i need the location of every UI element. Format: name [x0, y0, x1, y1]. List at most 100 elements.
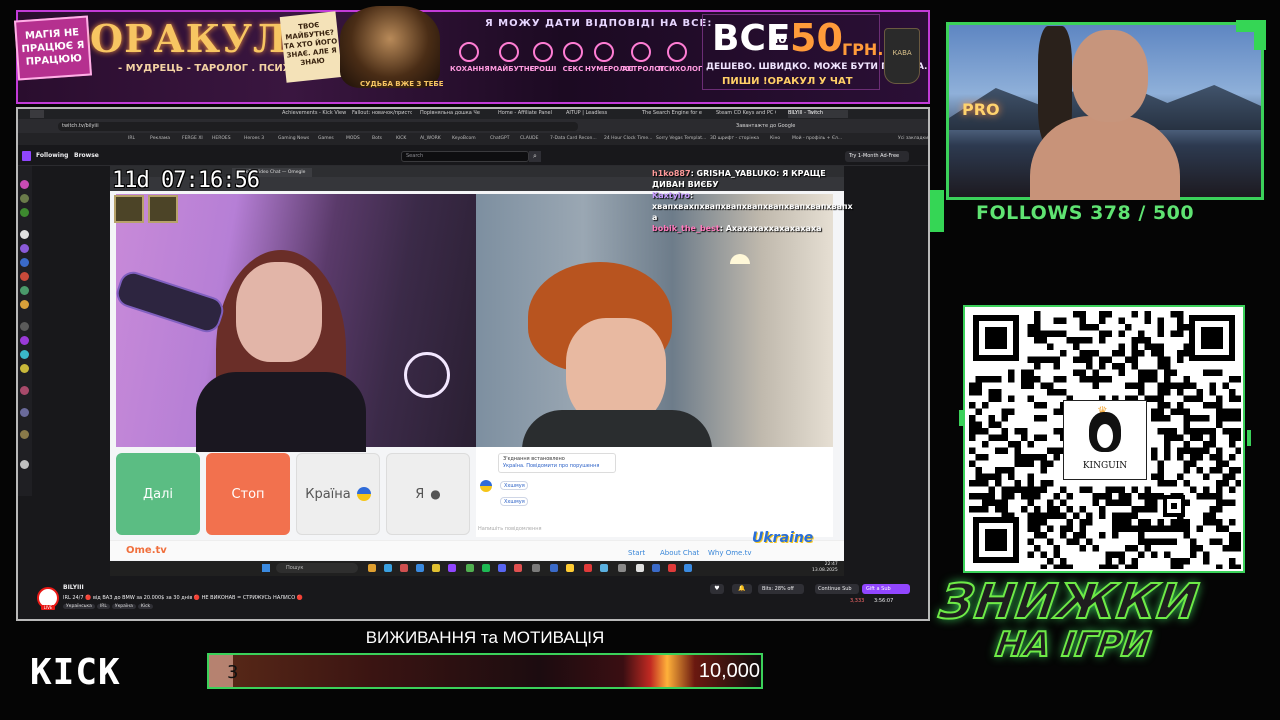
- twitch-search-input[interactable]: Search: [401, 151, 529, 162]
- browser-tab[interactable]: AITUP | Leadless: [566, 110, 626, 118]
- qr-module: [1014, 441, 1021, 448]
- me-button[interactable]: Я ●: [386, 453, 470, 535]
- bookmark[interactable]: Мой - профіль + Єл...: [792, 136, 842, 141]
- continue-sub-button[interactable]: Continue Sub: [815, 584, 859, 594]
- nav-following[interactable]: Following: [36, 152, 68, 159]
- channel-avatar[interactable]: [20, 336, 29, 345]
- steam-icon[interactable]: [550, 564, 558, 572]
- app-icon[interactable]: [600, 564, 608, 572]
- qr-module: [1105, 376, 1112, 383]
- stop-button[interactable]: Стоп: [206, 453, 290, 535]
- channel-avatar[interactable]: [20, 430, 29, 439]
- message-input[interactable]: Напишіть повідомлення: [478, 526, 542, 532]
- channel-avatar[interactable]: [20, 408, 29, 417]
- app-icon[interactable]: [636, 564, 644, 572]
- tag[interactable]: IRL: [96, 604, 110, 609]
- tag[interactable]: Українська: [63, 604, 95, 609]
- channel-avatar[interactable]: [20, 350, 29, 359]
- app-icon[interactable]: [532, 564, 540, 572]
- bookmark[interactable]: KeyoBcom: [452, 136, 476, 141]
- channel-avatar[interactable]: [20, 194, 29, 203]
- bookmark[interactable]: FERGE XI: [182, 136, 203, 141]
- channel-avatar[interactable]: [20, 300, 29, 309]
- bookmark[interactable]: Games: [318, 136, 334, 141]
- channel-avatar[interactable]: [20, 386, 29, 395]
- windows-start-icon[interactable]: [262, 564, 270, 572]
- app-icon[interactable]: [618, 564, 626, 572]
- channel-avatar[interactable]: [20, 272, 29, 281]
- bookmark[interactable]: Реклама: [150, 136, 170, 141]
- google-search-label[interactable]: Завантажте до Google: [736, 123, 795, 129]
- bookmark[interactable]: AI_WORK: [420, 136, 441, 141]
- link-start[interactable]: Start: [628, 549, 645, 557]
- bookmark[interactable]: 7-Data Card Recon...: [550, 136, 597, 141]
- browser-tab-active[interactable]: BILYIII - Twitch: [788, 110, 848, 118]
- bookmark[interactable]: CLAUDE: [520, 136, 538, 141]
- next-button[interactable]: Далі: [116, 453, 200, 535]
- ad-free-button[interactable]: Try 1-Month Ad-Free: [845, 151, 909, 162]
- bookmark[interactable]: 24 Hour Clock Time...: [604, 136, 652, 141]
- link-about[interactable]: About Chat: [660, 549, 699, 557]
- channel-avatar[interactable]: [20, 258, 29, 267]
- bookmark[interactable]: Gaming News: [278, 136, 309, 141]
- bookmark[interactable]: HEROES: [212, 136, 231, 141]
- qr-module: [1196, 467, 1203, 474]
- tag[interactable]: Україна: [111, 604, 136, 609]
- notification-bell-icon[interactable]: 🔔: [732, 584, 752, 594]
- link-why[interactable]: Why Ome.tv: [708, 549, 751, 557]
- browser-tab[interactable]: [30, 110, 44, 118]
- browser-tab[interactable]: Fallout: новачок/пристосов: [352, 110, 412, 118]
- ometv-logo[interactable]: Ome.tv: [126, 545, 167, 556]
- app-icon[interactable]: [448, 564, 456, 572]
- bits-button[interactable]: Bits: 28% off: [758, 584, 804, 594]
- folder-icon[interactable]: [368, 564, 376, 572]
- opera-icon[interactable]: [668, 564, 676, 572]
- app-icon[interactable]: [466, 564, 474, 572]
- browser-tab[interactable]: Home - Affiliate Panel: [498, 110, 556, 118]
- heart-icon[interactable]: ♥: [710, 584, 724, 594]
- country-button[interactable]: Країна: [296, 453, 380, 535]
- tag[interactable]: Kick: [137, 604, 154, 609]
- bookmark[interactable]: KICK: [396, 136, 406, 141]
- channel-avatar[interactable]: [20, 180, 29, 189]
- app-icon[interactable]: [684, 564, 692, 572]
- gift-sub-button[interactable]: Gift a Sub: [862, 584, 910, 594]
- app-icon[interactable]: [400, 564, 408, 572]
- spotify-icon[interactable]: [482, 564, 490, 572]
- search-icon[interactable]: ⌕: [529, 151, 541, 162]
- channel-avatar[interactable]: [20, 460, 29, 469]
- channel-avatar[interactable]: [20, 364, 29, 373]
- channel-avatar[interactable]: [20, 286, 29, 295]
- url-field[interactable]: twitch.tv/bilyiii: [58, 122, 578, 131]
- nav-browse[interactable]: Browse: [74, 152, 99, 159]
- bookmark[interactable]: Bots: [372, 136, 382, 141]
- channel-avatar[interactable]: [20, 230, 29, 239]
- app-icon[interactable]: [566, 564, 574, 572]
- app-icon[interactable]: [384, 564, 392, 572]
- telegram-icon[interactable]: [416, 564, 424, 572]
- bookmark[interactable]: Heroes 3: [244, 136, 264, 141]
- channel-avatar[interactable]: [20, 322, 29, 331]
- qr-module: [1190, 428, 1197, 435]
- channel-avatar[interactable]: [20, 244, 29, 253]
- browser-tab[interactable]: Steam CD Keys and PC Games: [716, 110, 776, 118]
- taskbar-search[interactable]: Пошук: [276, 563, 358, 573]
- browser-tab[interactable]: The Search Engine for er...: [642, 110, 702, 118]
- twitch-logo-icon[interactable]: [22, 151, 31, 161]
- bookmark[interactable]: ChatGPT: [490, 136, 509, 141]
- app-icon[interactable]: [652, 564, 660, 572]
- app-icon[interactable]: [514, 564, 522, 572]
- bookmark[interactable]: 3D шрифт - сторінка: [710, 136, 759, 141]
- chrome-icon[interactable]: [432, 564, 440, 572]
- bookmark[interactable]: Sorry Vegas Templat...: [656, 136, 706, 141]
- bookmark[interactable]: IRL: [128, 136, 135, 141]
- bookmark[interactable]: Кіно: [770, 136, 780, 141]
- discord-icon[interactable]: [498, 564, 506, 572]
- streamer-name[interactable]: BILYIII: [63, 584, 84, 591]
- app-icon[interactable]: [584, 564, 592, 572]
- browser-tab[interactable]: Achievements - Kick Viewer: [282, 110, 346, 118]
- browser-tab[interactable]: Порівняльна дошка Чемп: [420, 110, 480, 118]
- bookmark[interactable]: MODS: [346, 136, 360, 141]
- channel-avatar[interactable]: [20, 208, 29, 217]
- bookmark-all[interactable]: Усі закладки: [898, 136, 928, 141]
